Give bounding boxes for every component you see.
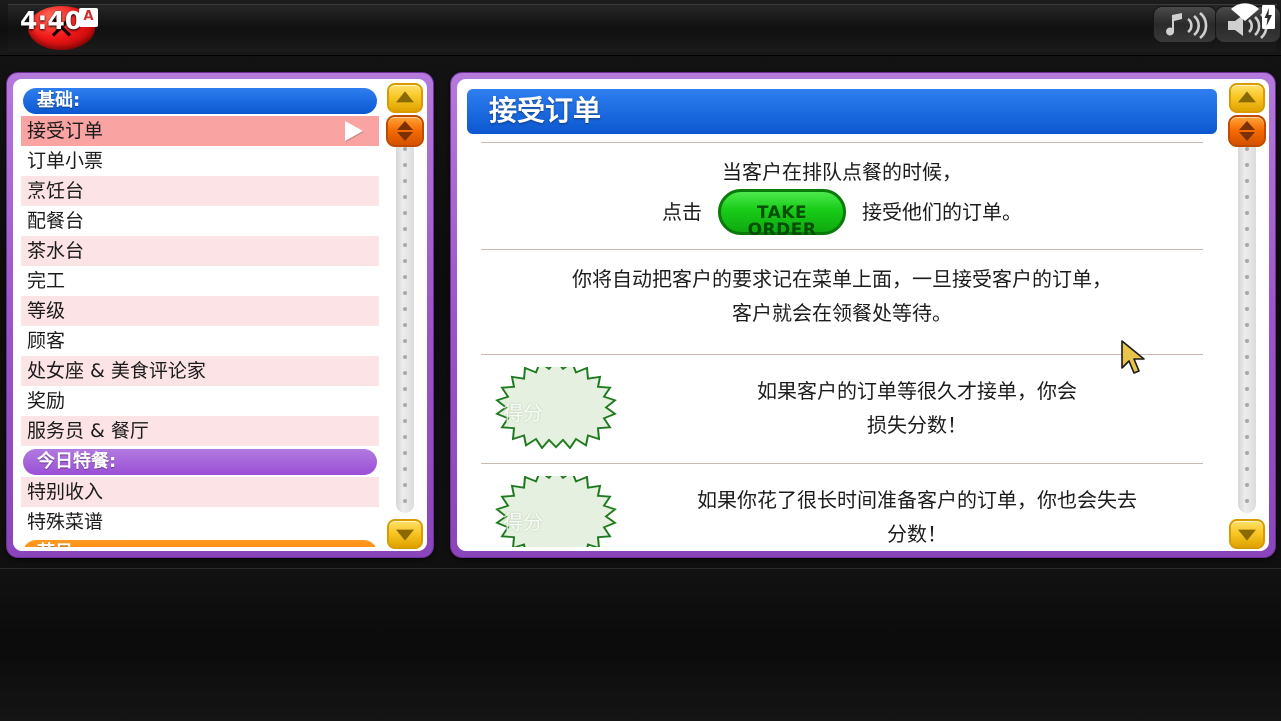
sidebar-item[interactable]: 烹饪台 (21, 176, 379, 206)
sidebar-item[interactable]: 订单小票 (21, 146, 379, 176)
sidebar-item[interactable]: 特别收入 (21, 477, 379, 507)
sidebar-item-label: 完工 (27, 270, 66, 292)
sidebar-item[interactable]: 服务员 & 餐厅 (21, 416, 379, 446)
intro-prefix: 点击 (662, 200, 702, 224)
intro-line-1: 当客户在排队点餐的时候， (722, 160, 962, 184)
score-badge-label-1: 得分 (503, 401, 543, 425)
score-badge-1: 得分 (481, 359, 631, 450)
sidebar-item[interactable]: 处女座 & 美食评论家 (21, 356, 379, 386)
triangle-up-icon (1238, 91, 1256, 103)
note-section-1: 得分 如果客户的订单等很久才接单，你会 损失分数！ (463, 359, 1221, 450)
sidebar-item-label: 服务员 & 餐厅 (27, 420, 149, 442)
sidebar-item-label: 烹饪台 (27, 180, 85, 202)
selected-arrow-icon (345, 121, 363, 141)
music-note-icon (1166, 11, 1208, 40)
body-section: 你将自动把客户的要求记在菜单上面，一旦接受客户的订单， 客户就会在领餐处等待。 (463, 262, 1221, 330)
sidebar-item[interactable]: 顾客 (21, 326, 379, 356)
intro-suffix: 接受他们的订单。 (862, 200, 1022, 224)
note-section-2: 得分 如果你花了很长时间准备客户的订单，你也会失去 分数！ (463, 468, 1221, 547)
note-1-line-2: 损失分数！ (867, 413, 967, 437)
body-line-1: 你将自动把客户的要求记在菜单上面，一旦接受客户的订单， (572, 267, 1112, 291)
divider (481, 142, 1203, 143)
sidebar-item-label: 奖励 (27, 390, 66, 412)
sidebar-panel: 基础: 接受订单订单小票烹饪台配餐台茶水台完工等级顾客处女座 & 美食评论家 奖励服… (6, 72, 434, 558)
sidebar-panel-inner: 基础: 接受订单订单小票烹饪台配餐台茶水台完工等级顾客处女座 & 美食评论家 奖励服… (13, 79, 427, 551)
top-bar-inner (8, 4, 1277, 52)
sidebar-item[interactable]: 茶水台 (21, 236, 379, 266)
sidebar-section-header: 节日: (23, 540, 377, 547)
note-2-line-2: 分数！ (887, 522, 947, 546)
sidebar-item[interactable]: 奖励 (21, 386, 379, 416)
sidebar-item-label: 茶水台 (27, 240, 85, 262)
triangle-down-icon (397, 132, 413, 141)
sidebar-scroll-thumb[interactable] (386, 115, 424, 147)
intro-line-2: 点击 TAKE ORDER 接受他们的订单。 (481, 189, 1203, 240)
note-text-2: 如果你花了很长时间准备客户的订单，你也会失去 分数！ (631, 483, 1203, 547)
content-scroll-down-button[interactable] (1229, 519, 1265, 549)
triangle-down-icon (1238, 529, 1256, 541)
triangle-up-icon (1239, 121, 1255, 130)
content-scroll-track[interactable] (1238, 119, 1256, 513)
sidebar-scrollbar[interactable] (385, 83, 425, 549)
app-root: ✕ 4:40 A 基础: 接受订单 订单小票 烹饪台 配餐台 茶水台 完工 等级… (0, 0, 1281, 721)
sound-toggle-button[interactable] (1215, 3, 1281, 43)
note-1-line-1: 如果客户的订单等很久才接单，你会 (757, 379, 1077, 403)
sidebar-item-label: 等级 (27, 300, 66, 322)
note-text-1: 如果客户的订单等很久才接单，你会 损失分数！ (631, 374, 1203, 442)
page-title: 接受订单 (467, 89, 1217, 134)
battery-charging-icon (1262, 5, 1275, 29)
wifi-icon (1231, 3, 1259, 21)
triangle-down-icon (396, 529, 414, 541)
content-scrollbar[interactable] (1227, 83, 1267, 549)
sidebar-item[interactable]: 等级 (21, 296, 379, 326)
triangle-up-icon (397, 121, 413, 130)
sidebar-scroll-track[interactable] (396, 119, 414, 513)
sidebar-item-label: 配餐台 (27, 210, 85, 232)
take-order-button[interactable]: TAKE ORDER (718, 189, 846, 240)
input-method-icon[interactable]: A (79, 8, 98, 27)
sidebar-item[interactable]: 特殊菜谱 (21, 507, 379, 537)
clock-label: 4:40 (20, 6, 83, 35)
triangle-down-icon (1239, 132, 1255, 141)
content-panel: 接受订单 当客户在排队点餐的时候， 点击 TAKE ORDER 接受他们的订单。 (450, 72, 1276, 558)
sidebar-item-label: 接受订单 (27, 120, 104, 142)
music-toggle-button[interactable] (1153, 6, 1217, 43)
content-panel-inner: 接受订单 当客户在排队点餐的时候， 点击 TAKE ORDER 接受他们的订单。 (457, 79, 1269, 551)
divider (481, 354, 1203, 355)
score-badge-label-2: 得分 (503, 510, 543, 534)
sidebar-item-label: 特殊菜谱 (27, 511, 104, 533)
sidebar-item[interactable]: 接受订单 (21, 116, 379, 146)
sidebar-item-label: 顾客 (27, 330, 66, 352)
sidebar-scroll-down-button[interactable] (387, 519, 423, 549)
sidebar-item-label: 处女座 & 美食评论家 (27, 360, 206, 382)
top-status-bar: ✕ 4:40 A (0, 0, 1281, 56)
sidebar-item[interactable]: 配餐台 (21, 206, 379, 236)
sidebar-section-header: 基础: (23, 88, 377, 114)
triangle-up-icon (396, 91, 414, 103)
divider (481, 463, 1203, 464)
sidebar-item[interactable]: 完工 (21, 266, 379, 296)
take-order-label-line2: ORDER (747, 220, 817, 240)
bottom-toolbar: i ? FS (0, 568, 1281, 721)
intro-section: 当客户在排队点餐的时候， 点击 TAKE ORDER 接受他们的订单。 (463, 155, 1221, 240)
note-2-line-1: 如果你花了很长时间准备客户的订单，你也会失去 (697, 488, 1137, 512)
content-scroll-up-button[interactable] (1229, 83, 1265, 113)
sidebar-section-header: 今日特餐: (23, 449, 377, 475)
content-scroll-thumb[interactable] (1228, 115, 1266, 147)
score-badge-2: 得分 (481, 468, 631, 547)
sidebar-list[interactable]: 基础: 接受订单订单小票烹饪台配餐台茶水台完工等级顾客处女座 & 美食评论家 奖励服… (21, 85, 379, 547)
divider (481, 249, 1203, 250)
body-line-2: 客户就会在领餐处等待。 (732, 301, 952, 325)
content-area: 接受订单 当客户在排队点餐的时候， 点击 TAKE ORDER 接受他们的订单。 (463, 85, 1221, 547)
sidebar-scroll-up-button[interactable] (387, 83, 423, 113)
sidebar-item-label: 特别收入 (27, 481, 104, 503)
sidebar-item-label: 订单小票 (27, 150, 104, 172)
